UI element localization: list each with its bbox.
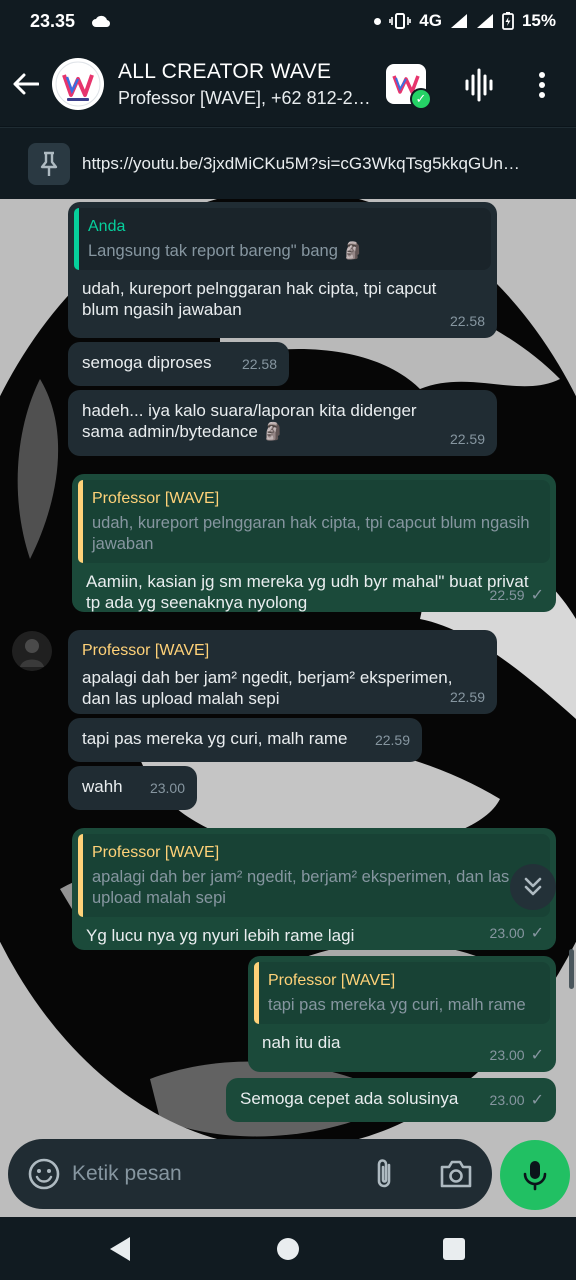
message-time: 22.59 (449, 689, 485, 705)
quoted-message[interactable]: Anda Langsung tak report bareng" bang 🗿 (74, 208, 491, 270)
message-text: hadeh... iya kalo suara/laporan kita did… (82, 401, 417, 441)
message-text: tapi pas mereka yg curi, malh rame (82, 729, 348, 748)
group-avatar[interactable] (52, 58, 104, 110)
chat-title: ALL CREATOR WAVE (118, 59, 332, 83)
message-input[interactable] (72, 1154, 342, 1194)
cloud-icon (92, 15, 111, 28)
notification-dot-icon (374, 17, 382, 25)
pin-icon (40, 151, 58, 176)
message-time: 22.59 (449, 431, 485, 447)
status-time: 23.35 (30, 10, 76, 31)
sent-check-icon: ✓ (530, 587, 544, 604)
audio-wave-icon (465, 68, 493, 102)
nav-recents-icon[interactable] (443, 1238, 465, 1260)
arrow-left-icon (13, 73, 39, 95)
quoted-text: udah, kureport pelnggaran hak cipta, tpi… (92, 514, 530, 553)
battery-level: 15% (521, 11, 556, 30)
message-time: 23.00 (489, 1092, 525, 1108)
message-meta: 22.58 (450, 311, 485, 332)
message-bubble[interactable]: wahh 23.00 (68, 766, 197, 810)
network-type: 4G (419, 11, 442, 30)
signal-icon (450, 14, 467, 28)
message-bubble[interactable]: Semoga cepet ada solusinya 23.00 ✓ (226, 1078, 556, 1122)
message-bubble[interactable]: Professor [WAVE] apalagi dah ber jam² ng… (72, 828, 556, 950)
message-text: udah, kureport pelnggaran hak cipta, tpi… (82, 279, 437, 319)
signal-2-icon (476, 14, 493, 28)
camera-icon[interactable] (438, 1157, 474, 1191)
voice-chat-button[interactable] (462, 68, 498, 102)
vibrate-icon (389, 13, 412, 29)
system-navigation-bar (0, 1217, 576, 1280)
quoted-sender: Professor [WAVE] (92, 844, 220, 861)
status-bar: 23.35 4G 15% (0, 0, 576, 42)
verified-check-icon: ✓ (410, 88, 432, 110)
chat-subtitle: Professor [WAVE], +62 812-2… (118, 87, 371, 108)
message-time: 22.58 (241, 356, 277, 372)
sender-name[interactable]: Professor [WAVE] (82, 640, 483, 661)
mic-icon (523, 1161, 547, 1191)
message-meta: 22.59 ✓ (490, 585, 544, 606)
message-composer (8, 1139, 492, 1209)
voice-record-button[interactable] (500, 1140, 570, 1210)
message-meta: 22.59 (450, 687, 485, 708)
message-meta: 23.00 (150, 778, 185, 799)
more-vert-icon[interactable] (530, 68, 554, 102)
chat-header: ALL CREATOR WAVE Professor [WAVE], +62 8… (0, 42, 576, 126)
message-time: 23.00 (489, 925, 525, 941)
app-shortcut-button[interactable]: ✓ (386, 64, 432, 110)
message-meta: 23.00 ✓ (490, 1090, 544, 1111)
message-time: 22.58 (449, 313, 485, 329)
message-meta: 22.58 (242, 354, 277, 375)
quoted-text: apalagi dah ber jam² ngedit, berjam² eks… (92, 868, 510, 907)
paperclip-icon[interactable] (368, 1156, 400, 1192)
sender-avatar[interactable] (12, 631, 52, 671)
message-bubble[interactable]: Professor [WAVE] tapi pas mereka yg curi… (248, 956, 556, 1072)
quoted-sender: Professor [WAVE] (92, 490, 220, 507)
message-text: apalagi dah ber jam² ngedit, berjam² eks… (82, 668, 453, 708)
message-text: Yg lucu nya yg nyuri lebih rame lagi (86, 926, 355, 945)
quoted-sender: Anda (88, 218, 126, 235)
pinned-message-bar[interactable]: https://youtu.be/3jxdMiCKu5M?si=cG3WkqTs… (0, 127, 576, 199)
message-bubble[interactable]: semoga diproses 22.58 (68, 342, 289, 386)
message-bubble[interactable]: Professor [WAVE] udah, kureport pelnggar… (72, 474, 556, 612)
sent-check-icon: ✓ (530, 925, 544, 942)
chat-titles[interactable]: ALL CREATOR WAVE Professor [WAVE], +62 8… (118, 60, 380, 109)
message-meta: 23.00 ✓ (490, 1045, 544, 1066)
nav-back-icon[interactable] (110, 1237, 130, 1261)
message-text: Aamiin, kasian jg sm mereka yg udh byr m… (86, 572, 529, 612)
message-bubble[interactable]: tapi pas mereka yg curi, malh rame 22.59 (68, 718, 422, 762)
pin-icon-box (28, 142, 70, 185)
pinned-link-text: https://youtu.be/3jxdMiCKu5M?si=cG3WkqTs… (82, 153, 520, 173)
message-time: 23.00 (489, 1047, 525, 1063)
message-time: 22.59 (489, 587, 525, 603)
message-meta: 22.59 (450, 429, 485, 450)
quoted-message[interactable]: Professor [WAVE] udah, kureport pelnggar… (78, 480, 550, 563)
message-bubble[interactable]: Anda Langsung tak report bareng" bang 🗿 … (68, 202, 497, 338)
message-time: 22.59 (374, 732, 410, 748)
nav-home-icon[interactable] (277, 1238, 299, 1260)
battery-icon (502, 12, 514, 30)
scrollbar-thumb[interactable] (569, 949, 574, 989)
message-bubble[interactable]: Professor [WAVE] apalagi dah ber jam² ng… (68, 630, 497, 714)
message-time: 23.00 (149, 780, 185, 796)
wave-logo-icon (55, 61, 101, 107)
back-button[interactable] (0, 42, 52, 126)
quoted-message[interactable]: Professor [WAVE] apalagi dah ber jam² ng… (78, 834, 550, 917)
quoted-sender: Professor [WAVE] (268, 972, 396, 989)
quoted-text: tapi pas mereka yg curi, malh rame (268, 996, 526, 1014)
quoted-text: Langsung tak report bareng" bang 🗿 (88, 242, 364, 260)
double-chevron-down-icon (524, 877, 542, 896)
emoji-icon[interactable] (26, 1156, 62, 1192)
scroll-to-bottom-button[interactable] (510, 864, 556, 910)
sent-check-icon: ✓ (530, 1092, 544, 1109)
chat-area[interactable]: Anda Langsung tak report bareng" bang 🗿 … (0, 199, 576, 1217)
message-meta: 22.59 (375, 730, 410, 751)
sent-check-icon: ✓ (530, 1047, 544, 1064)
quoted-message[interactable]: Professor [WAVE] tapi pas mereka yg curi… (254, 962, 550, 1024)
message-bubble[interactable]: hadeh... iya kalo suara/laporan kita did… (68, 390, 497, 456)
message-meta: 23.00 ✓ (490, 923, 544, 944)
